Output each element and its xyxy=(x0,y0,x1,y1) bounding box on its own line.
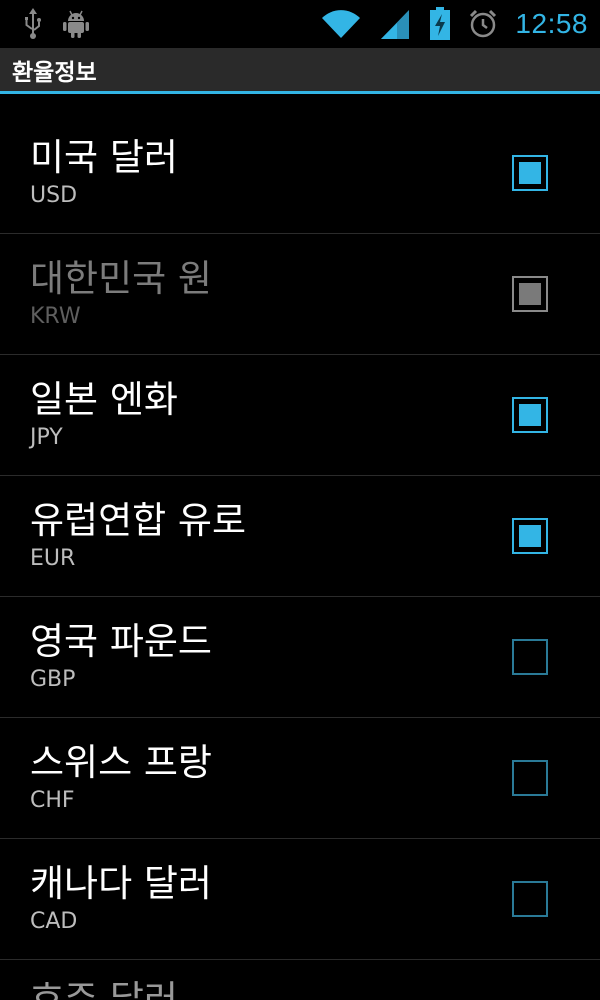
checkbox-usd[interactable] xyxy=(512,155,548,191)
currency-name: 캐나다 달러 xyxy=(30,862,212,905)
checkbox-krw xyxy=(512,276,548,312)
list-item-gbp[interactable]: 영국 파운드 GBP xyxy=(0,597,600,718)
list-item-usd[interactable]: 미국 달러 USD xyxy=(0,113,600,234)
currency-name: 유럽연합 유로 xyxy=(30,499,247,542)
currency-name: 일본 엔화 xyxy=(30,378,178,421)
status-clock: 12:58 xyxy=(515,8,588,39)
page-title: 환율정보 xyxy=(12,59,97,86)
currency-code: EUR xyxy=(30,546,76,571)
currency-name: 미국 달러 xyxy=(30,136,178,179)
currency-name: 스위스 프랑 xyxy=(30,741,212,784)
checkbox-cad[interactable] xyxy=(512,881,548,917)
currency-list[interactable]: 미국 달러 USD 대한민국 원 KRW 일본 엔화 JPY 유럽연합 유로 E… xyxy=(0,97,600,1000)
currency-code: KRW xyxy=(30,304,81,329)
list-item-cad[interactable]: 캐나다 달러 CAD xyxy=(0,839,600,960)
currency-name: 호주 달러 xyxy=(30,978,178,1000)
list-item-jpy[interactable]: 일본 엔화 JPY xyxy=(0,355,600,476)
currency-code: GBP xyxy=(30,667,76,692)
currency-code: JPY xyxy=(30,425,63,450)
checkbox-jpy[interactable] xyxy=(512,397,548,433)
checkbox-gbp[interactable] xyxy=(512,639,548,675)
status-bar: 12:58 xyxy=(0,0,600,48)
title-bar: 환율정보 xyxy=(0,48,600,94)
list-item-eur[interactable]: 유럽연합 유로 EUR xyxy=(0,476,600,597)
checkbox-chf[interactable] xyxy=(512,760,548,796)
list-item-krw: 대한민국 원 KRW xyxy=(0,234,600,355)
alarm-icon xyxy=(469,9,497,39)
currency-name: 대한민국 원 xyxy=(30,257,212,300)
currency-code: USD xyxy=(30,183,78,208)
list-item-partial[interactable]: 호주 달러 xyxy=(0,960,600,1000)
usb-icon xyxy=(22,8,44,40)
currency-list-content: 미국 달러 USD 대한민국 원 KRW 일본 엔화 JPY 유럽연합 유로 E… xyxy=(0,113,600,1000)
android-debug-icon xyxy=(62,9,90,39)
currency-code: CAD xyxy=(30,909,78,934)
list-item-chf[interactable]: 스위스 프랑 CHF xyxy=(0,718,600,839)
battery-charging-icon xyxy=(429,7,451,41)
currency-code: CHF xyxy=(30,788,75,813)
currency-name: 영국 파운드 xyxy=(30,620,212,663)
wifi-icon xyxy=(321,9,361,39)
signal-icon xyxy=(379,8,411,40)
checkbox-eur[interactable] xyxy=(512,518,548,554)
status-right-icons: 12:58 xyxy=(321,7,588,41)
status-left-icons xyxy=(22,8,90,40)
